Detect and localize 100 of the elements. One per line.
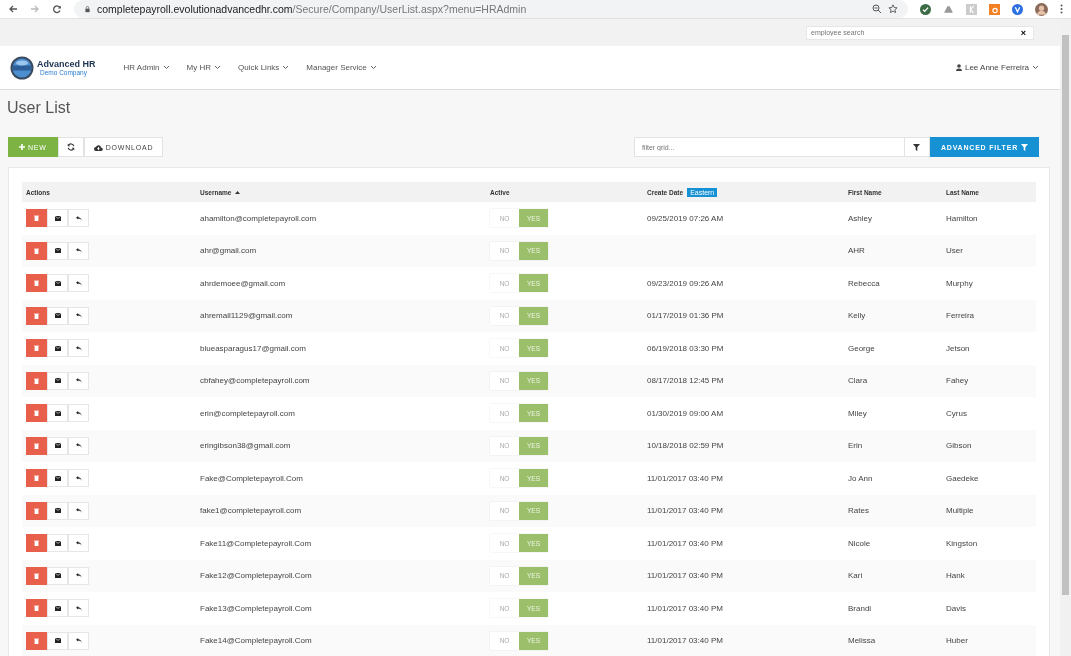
cloud-download-icon <box>93 143 103 151</box>
first-name-cell: Miley <box>848 408 867 418</box>
first-name-cell: George <box>848 343 875 353</box>
first-name-cell: Jo Ann <box>848 473 873 483</box>
chevron-icon <box>162 65 170 70</box>
user-menu[interactable]: Lee Anne Ferreira <box>955 63 1039 72</box>
trash-icon <box>34 572 39 579</box>
more-icon[interactable] <box>1060 4 1063 14</box>
forward-icon[interactable] <box>30 4 40 14</box>
cloud-icon[interactable] <box>943 3 954 15</box>
avatar-icon[interactable] <box>1035 2 1048 16</box>
envelope-icon <box>54 540 61 546</box>
date-cell: 08/17/2018 12:45 PM <box>647 376 724 386</box>
trash-icon <box>34 280 39 287</box>
email-button[interactable] <box>47 339 68 358</box>
trash-icon <box>34 377 39 384</box>
logo-icon <box>10 55 34 80</box>
username-cell: Fake12@Completepayroll.Com <box>200 571 312 581</box>
username-cell: Fake14@Completepayroll.Com <box>200 636 312 646</box>
email-button[interactable] <box>47 566 68 585</box>
trash-icon <box>34 540 39 547</box>
trash-icon <box>34 475 39 482</box>
email-button[interactable] <box>47 631 68 650</box>
reply-icon <box>75 215 82 221</box>
trash-icon <box>34 215 39 222</box>
username-cell: fake1@completepayroll.com <box>200 506 302 516</box>
nav-menu[interactable]: My HR <box>186 63 221 72</box>
date-cell: 10/18/2018 02:59 PM <box>647 441 724 451</box>
chevron-icon <box>214 65 221 70</box>
extension-icon[interactable] <box>1012 3 1023 15</box>
email-button[interactable] <box>47 501 68 520</box>
first-name-cell: Kelly <box>848 311 866 321</box>
trash-icon <box>34 507 39 514</box>
email-button[interactable] <box>47 209 68 228</box>
nav-menu[interactable]: Manager Service <box>306 63 377 72</box>
date-cell: 11/01/2017 03:40 PM <box>647 571 723 581</box>
envelope-icon <box>54 280 61 286</box>
date-cell: 11/01/2017 03:40 PM <box>647 636 723 646</box>
nav-menu[interactable]: Quick Links <box>238 63 290 72</box>
reply-icon <box>75 540 82 546</box>
check-icon[interactable] <box>920 3 931 15</box>
email-button[interactable] <box>47 241 68 260</box>
refresh-button[interactable] <box>57 137 84 157</box>
envelope-icon <box>54 313 61 319</box>
reload-icon[interactable] <box>52 4 62 14</box>
email-button[interactable] <box>47 534 68 553</box>
user-icon <box>955 64 962 71</box>
nav-menu[interactable]: HR Admin <box>123 63 170 72</box>
date-cell: 06/19/2018 03:30 PM <box>647 343 724 353</box>
reply-icon <box>75 410 82 416</box>
username-cell: ahr@gmail.com <box>200 246 257 256</box>
envelope-icon <box>54 475 61 481</box>
reply-icon <box>75 313 82 319</box>
first-name-cell: Rebecca <box>848 278 880 288</box>
envelope-icon <box>54 605 61 611</box>
extension-icon[interactable] <box>989 3 1000 15</box>
first-name-cell: Melissa <box>848 636 876 646</box>
email-button[interactable] <box>47 469 68 488</box>
envelope-icon <box>54 573 61 579</box>
reply-icon <box>75 345 82 351</box>
chevron-icon <box>1032 65 1039 70</box>
username-cell: Fake11@Completepayroll.Com <box>200 538 312 548</box>
reply-icon <box>75 248 82 254</box>
email-button[interactable] <box>47 306 68 325</box>
zoom-icon <box>872 4 882 14</box>
date-cell: 11/01/2017 03:40 PM <box>647 538 723 548</box>
first-name-cell: Brandi <box>848 603 872 613</box>
date-cell: 11/01/2017 03:40 PM <box>647 603 723 613</box>
last-name-cell: Kingston <box>946 538 978 548</box>
first-name-cell: AHR <box>848 246 865 256</box>
first-name-cell: Erin <box>848 441 863 451</box>
brand-name: Advanced HR <box>37 59 96 69</box>
last-name-cell: Murphy <box>946 278 973 288</box>
refresh-icon <box>66 143 75 151</box>
envelope-icon <box>54 378 61 384</box>
email-button[interactable] <box>47 436 68 455</box>
email-button[interactable] <box>47 404 68 423</box>
reply-icon <box>75 475 82 481</box>
email-button[interactable] <box>47 274 68 293</box>
username-cell: eringibson38@gmail.com <box>200 441 291 451</box>
envelope-icon <box>54 215 61 221</box>
last-name-cell: Hamilton <box>946 213 978 223</box>
envelope-icon <box>54 345 61 351</box>
envelope-icon <box>54 638 61 644</box>
filter-button[interactable] <box>904 137 930 157</box>
email-button[interactable] <box>47 371 68 390</box>
chevron-icon <box>369 65 377 70</box>
back-icon[interactable] <box>8 4 18 14</box>
username-cell: ahremail1129@gmail.com <box>200 311 293 321</box>
trash-icon <box>34 442 39 449</box>
date-cell: 11/01/2017 03:40 PM <box>647 506 723 516</box>
date-cell: 01/30/2019 09:00 AM <box>647 408 724 418</box>
last-name-cell: Gaedeke <box>946 473 979 483</box>
trash-icon <box>34 410 39 417</box>
plus-icon <box>19 144 25 150</box>
username-cell: blueasparagus17@gmail.com <box>200 343 306 353</box>
trash-icon <box>34 345 39 352</box>
last-name-cell: User <box>946 246 963 256</box>
email-button[interactable] <box>47 599 68 618</box>
username-cell: ahrdemoee@gmail.com <box>200 278 286 288</box>
